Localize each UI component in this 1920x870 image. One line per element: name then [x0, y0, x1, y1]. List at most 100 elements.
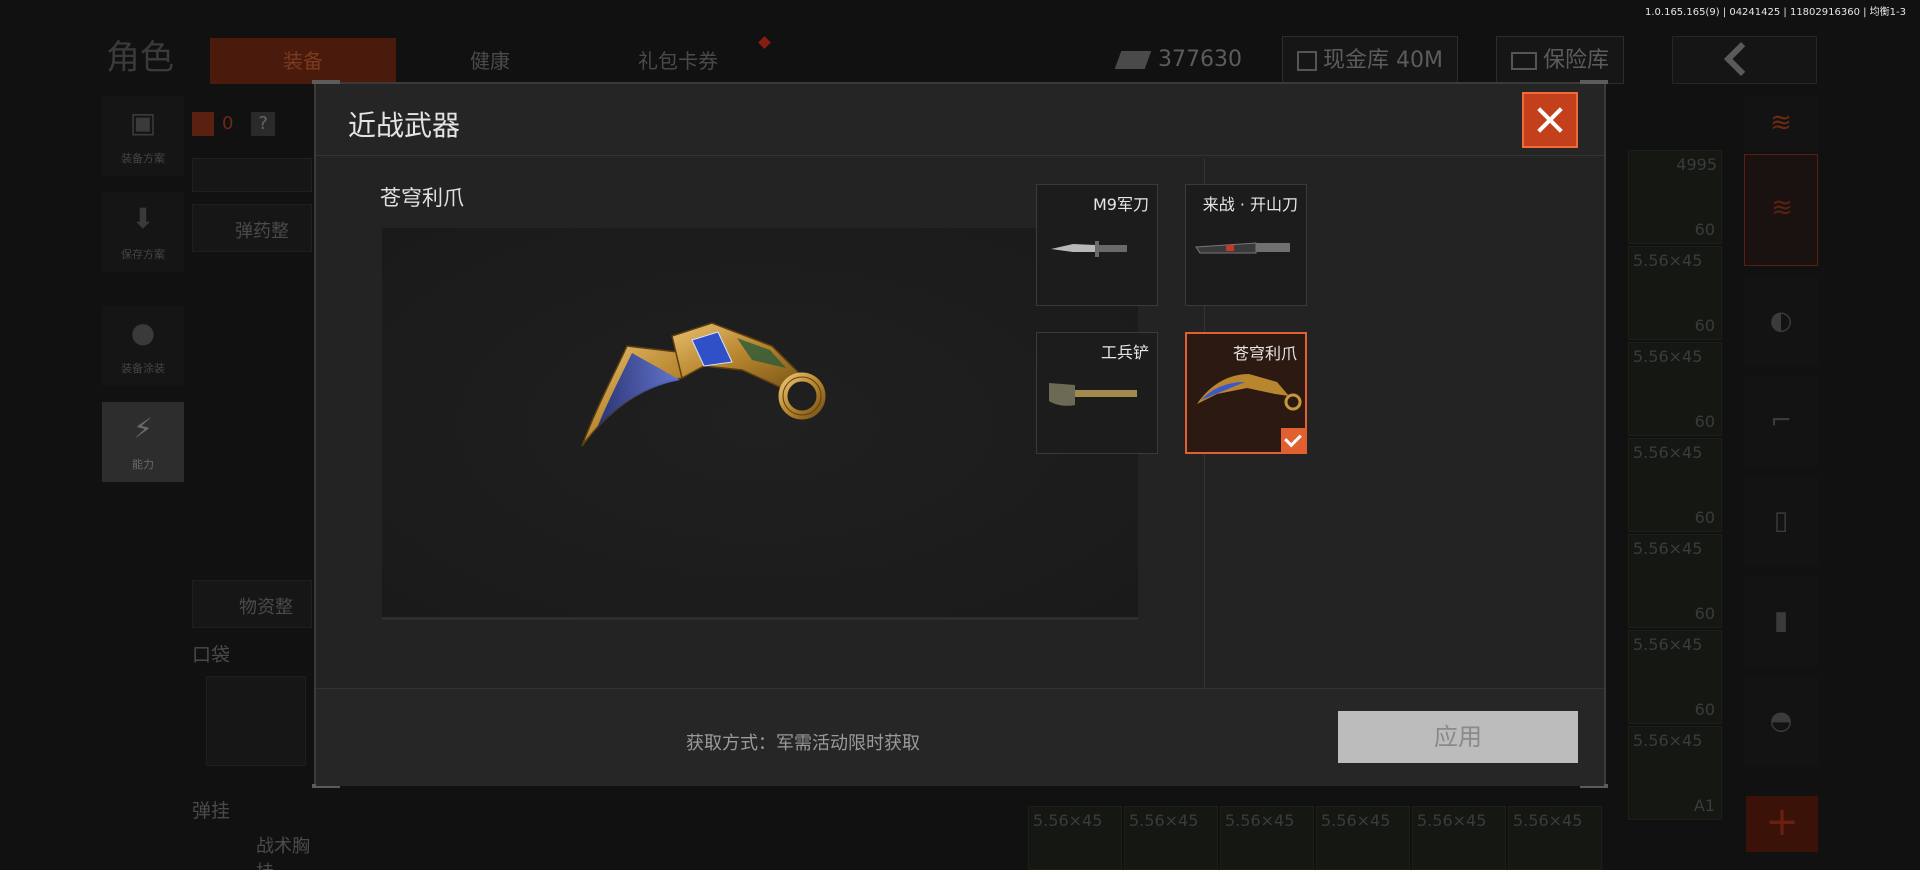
safe-button[interactable]: 保险库	[1496, 36, 1625, 84]
inventory-cell[interactable]: 5.56×45 A1	[1628, 726, 1722, 820]
inventory-cell[interactable]: 4995 60	[1628, 150, 1722, 244]
karambit-icon	[581, 322, 826, 447]
safe-icon	[1511, 52, 1537, 70]
nav-loadout[interactable]: ▣ 装备方案	[102, 96, 184, 176]
bayonet-icon	[1051, 241, 1127, 257]
currency-display: 377630	[1114, 36, 1242, 84]
inventory-cell[interactable]: 5.56×45	[1412, 806, 1506, 870]
dialog-footer: 获取方式：军需活动限时获取 应用	[316, 688, 1604, 786]
cash-vault-button[interactable]: 现金库 40M	[1282, 36, 1458, 84]
ammo-sort-button[interactable]: 弹药整	[192, 204, 312, 252]
supplies-sort-button[interactable]: 物资整	[192, 580, 312, 628]
inventory-cell[interactable]: 5.56×45 60	[1628, 246, 1722, 340]
rig-heading: 弹挂	[192, 800, 231, 822]
nav-abilities[interactable]: ⚡ 能力	[102, 402, 184, 482]
item-card-machete[interactable]: 来战 · 开山刀	[1185, 184, 1307, 306]
cell-caliber: 5.56×45	[1321, 811, 1391, 830]
nav-save-label: 保存方案	[121, 248, 165, 261]
safe-label: 保险库	[1543, 48, 1610, 73]
tab-health[interactable]: 健康	[410, 38, 570, 84]
pocket-heading: 口袋	[192, 644, 231, 666]
right-nav-magazine[interactable]: ▯	[1744, 476, 1818, 566]
machete-icon	[1195, 242, 1290, 254]
apply-button[interactable]: 应用	[1338, 711, 1578, 763]
cell-count: 60	[1694, 316, 1715, 335]
cash-vault-label: 现金库 40M	[1323, 48, 1443, 73]
ammo-sort-label: 弹药整	[235, 221, 289, 242]
cell-count: 60	[1694, 508, 1715, 527]
pocket-slot[interactable]	[206, 676, 306, 766]
layers-icon: ≋	[1770, 108, 1792, 138]
helmet-icon: ◐	[1769, 306, 1793, 336]
download-icon: ⬇	[131, 202, 155, 235]
plus-icon: +	[1765, 799, 1799, 845]
inventory-cell[interactable]: 5.56×45	[1124, 806, 1218, 870]
help-icon: ?	[251, 112, 276, 136]
nav-save-loadout[interactable]: ⬇ 保存方案	[102, 192, 184, 272]
back-button[interactable]	[1672, 36, 1817, 84]
inventory-cell[interactable]: 5.56×45	[1508, 806, 1602, 870]
backpack-count: 0 ?	[192, 112, 276, 136]
nav-abilities-label: 能力	[132, 458, 154, 471]
cell-caliber: 5.56×45	[1633, 635, 1703, 654]
backpack-icon	[192, 112, 214, 136]
nav-skins-label: 装备涂装	[121, 362, 165, 375]
acquisition-text: 获取方式：军需活动限时获取	[686, 733, 920, 754]
cell-variant: A1	[1693, 796, 1715, 815]
tactical-rig-label: 战术胸挂	[256, 836, 310, 870]
cell-caliber: 5.56×45	[1129, 811, 1199, 830]
tab-gift-cards[interactable]: 礼包卡券	[590, 38, 766, 84]
page-title: 角色	[106, 38, 174, 78]
nav-loadout-label: 装备方案	[121, 152, 165, 165]
tab-equipment[interactable]: 装备	[210, 38, 396, 84]
nav-skins[interactable]: ● 装备涂装	[102, 306, 184, 386]
inventory-cell[interactable]: 5.56×45	[1028, 806, 1122, 870]
helmet-icon: ●	[130, 316, 156, 349]
backpack-count-value: 0	[222, 113, 234, 134]
back-arrow-icon	[1724, 42, 1758, 76]
left-nav: ▣ 装备方案 ⬇ 保存方案 ● 装备涂装 ⚡ 能力	[102, 96, 184, 498]
panel-strip	[192, 158, 312, 192]
right-nav-layers[interactable]: ≋	[1744, 154, 1818, 266]
melee-weapon-dialog: 近战武器 苍穹利爪 M9军刀 来战 · 开山刀 工兵铲 苍穹利爪 获取方式：军需…	[312, 80, 1608, 788]
dialog-body: 苍穹利爪 M9军刀 来战 · 开山刀 工兵铲 苍穹利爪	[316, 158, 1604, 688]
inventory-cell[interactable]: 5.56×45	[1316, 806, 1410, 870]
cell-caliber: 5.56×45	[1417, 811, 1487, 830]
right-nav-rifle[interactable]: ⌐	[1744, 376, 1818, 466]
cell-caliber: 5.56×45	[1225, 811, 1295, 830]
rifle-icon: ⌐	[1770, 406, 1792, 436]
cell-caliber: 5.56×45	[1633, 539, 1703, 558]
inventory-cell[interactable]: 5.56×45	[1220, 806, 1314, 870]
stack-icon: ≋	[1771, 193, 1793, 223]
dialog-header: 近战武器	[316, 84, 1604, 156]
right-nav-gear[interactable]: ◓	[1744, 676, 1818, 766]
currency-amount: 377630	[1158, 47, 1242, 72]
inventory-cell[interactable]: 5.56×45 60	[1628, 438, 1722, 532]
inventory-cell[interactable]: 5.56×45 60	[1628, 630, 1722, 724]
item-card-karambit[interactable]: 苍穹利爪	[1185, 332, 1307, 454]
item-card-shovel[interactable]: 工兵铲	[1036, 332, 1158, 454]
close-button[interactable]	[1522, 92, 1578, 148]
gear-icon: ◓	[1769, 706, 1793, 736]
cell-count: 60	[1694, 220, 1715, 239]
cell-caliber: 5.56×45	[1633, 347, 1703, 366]
cell-caliber: 5.56×45	[1513, 811, 1583, 830]
dialog-title: 近战武器	[348, 109, 461, 142]
inventory-cell[interactable]: 5.56×45 60	[1628, 534, 1722, 628]
right-nav-bottle[interactable]: ▮	[1744, 576, 1818, 666]
cell-caliber: 5.56×45	[1633, 443, 1703, 462]
cell-count: 60	[1694, 700, 1715, 719]
preview-item-name: 苍穹利爪	[380, 186, 464, 210]
inventory-cell[interactable]: 5.56×45 60	[1628, 342, 1722, 436]
left-panel: 0 ? 弹药整 物资整 口袋 弹挂 战术胸挂	[192, 96, 312, 870]
right-nav: ≋ ≋ ◐ ⌐ ▯ ▮ ◓	[1744, 96, 1818, 856]
weapon-preview	[382, 228, 1138, 620]
shovel-icon	[1049, 383, 1137, 406]
item-card-m9[interactable]: M9军刀	[1036, 184, 1158, 306]
cell-count: 60	[1694, 412, 1715, 431]
energy-icon: ⚡	[133, 412, 153, 445]
right-nav-stack[interactable]: ≋	[1744, 96, 1818, 152]
add-button[interactable]: +	[1746, 796, 1818, 852]
right-nav-helmet[interactable]: ◐	[1744, 276, 1818, 366]
cell-caliber: 5.56×45	[1633, 731, 1703, 750]
